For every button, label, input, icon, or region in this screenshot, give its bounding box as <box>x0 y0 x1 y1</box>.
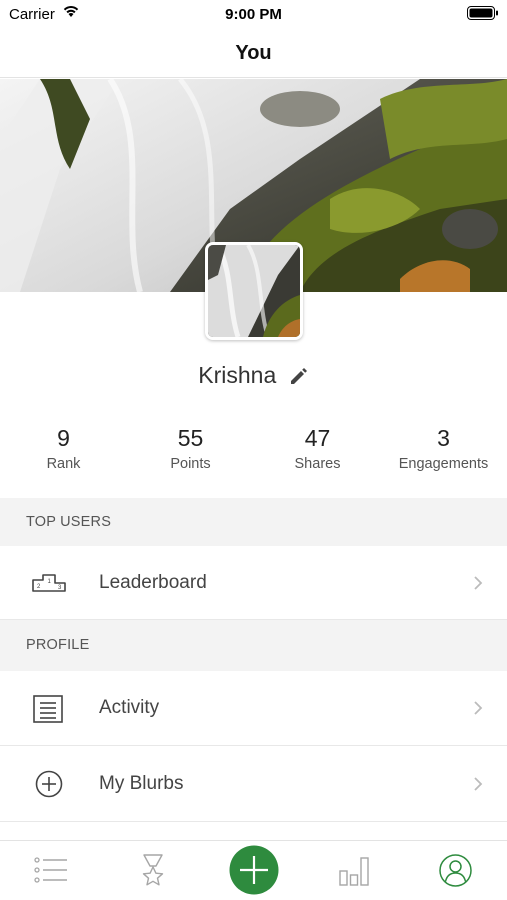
status-bar: Carrier 9:00 PM <box>0 0 507 28</box>
section-header-top-users: TOP USERS <box>0 498 507 546</box>
activity-label: Activity <box>99 697 160 718</box>
battery-icon <box>467 6 498 20</box>
stat-value: 47 <box>304 425 331 451</box>
plus-circle-icon <box>35 770 63 798</box>
bar-chart-icon[interactable] <box>339 856 369 886</box>
stat-shares: 47 Shares <box>254 424 381 476</box>
navigation-bar: You <box>0 28 507 78</box>
profile-icon[interactable] <box>439 854 472 887</box>
edit-pencil-icon[interactable] <box>289 366 309 386</box>
svg-text:1: 1 <box>48 579 52 585</box>
stat-label: Rank <box>46 456 81 472</box>
svg-text:2: 2 <box>37 584 41 590</box>
activity-row[interactable]: Activity <box>0 671 507 746</box>
stat-value: 3 <box>437 425 450 451</box>
list-icon[interactable] <box>34 856 68 884</box>
stat-label: Engagements <box>398 456 489 472</box>
document-list-icon <box>33 695 63 723</box>
chevron-right-icon <box>474 777 483 791</box>
leaderboard-label: Leaderboard <box>99 572 207 593</box>
profile-name: Krishna <box>198 362 277 388</box>
section-header-profile: PROFILE <box>0 620 507 671</box>
page-title: You <box>235 42 272 64</box>
stat-label: Shares <box>294 456 341 472</box>
badge-icon[interactable] <box>140 854 166 888</box>
my-blurbs-label: My Blurbs <box>99 773 184 794</box>
status-time: 9:00 PM <box>225 6 282 23</box>
plus-icon[interactable] <box>229 845 279 895</box>
profile-name-row: Krishna <box>0 362 507 392</box>
stat-rank: 9 Rank <box>0 424 127 476</box>
chevron-right-icon <box>474 701 483 715</box>
stat-points: 55 Points <box>127 424 254 476</box>
tab-bar <box>0 840 507 900</box>
stat-engagements: 3 Engagements <box>380 424 507 476</box>
avatar[interactable] <box>205 242 303 340</box>
podium-icon: 2 1 3 <box>32 574 66 592</box>
leaderboard-row[interactable]: 2 1 3 Leaderboard <box>0 546 507 620</box>
stat-label: Points <box>170 456 211 472</box>
stat-value: 9 <box>57 425 70 451</box>
stat-value: 55 <box>177 425 204 451</box>
my-blurbs-row[interactable]: My Blurbs <box>0 746 507 822</box>
chevron-right-icon <box>474 576 483 590</box>
stats-row: 9 Rank 55 Points 47 Shares 3 Engagements <box>0 424 507 480</box>
svg-text:3: 3 <box>58 585 62 591</box>
